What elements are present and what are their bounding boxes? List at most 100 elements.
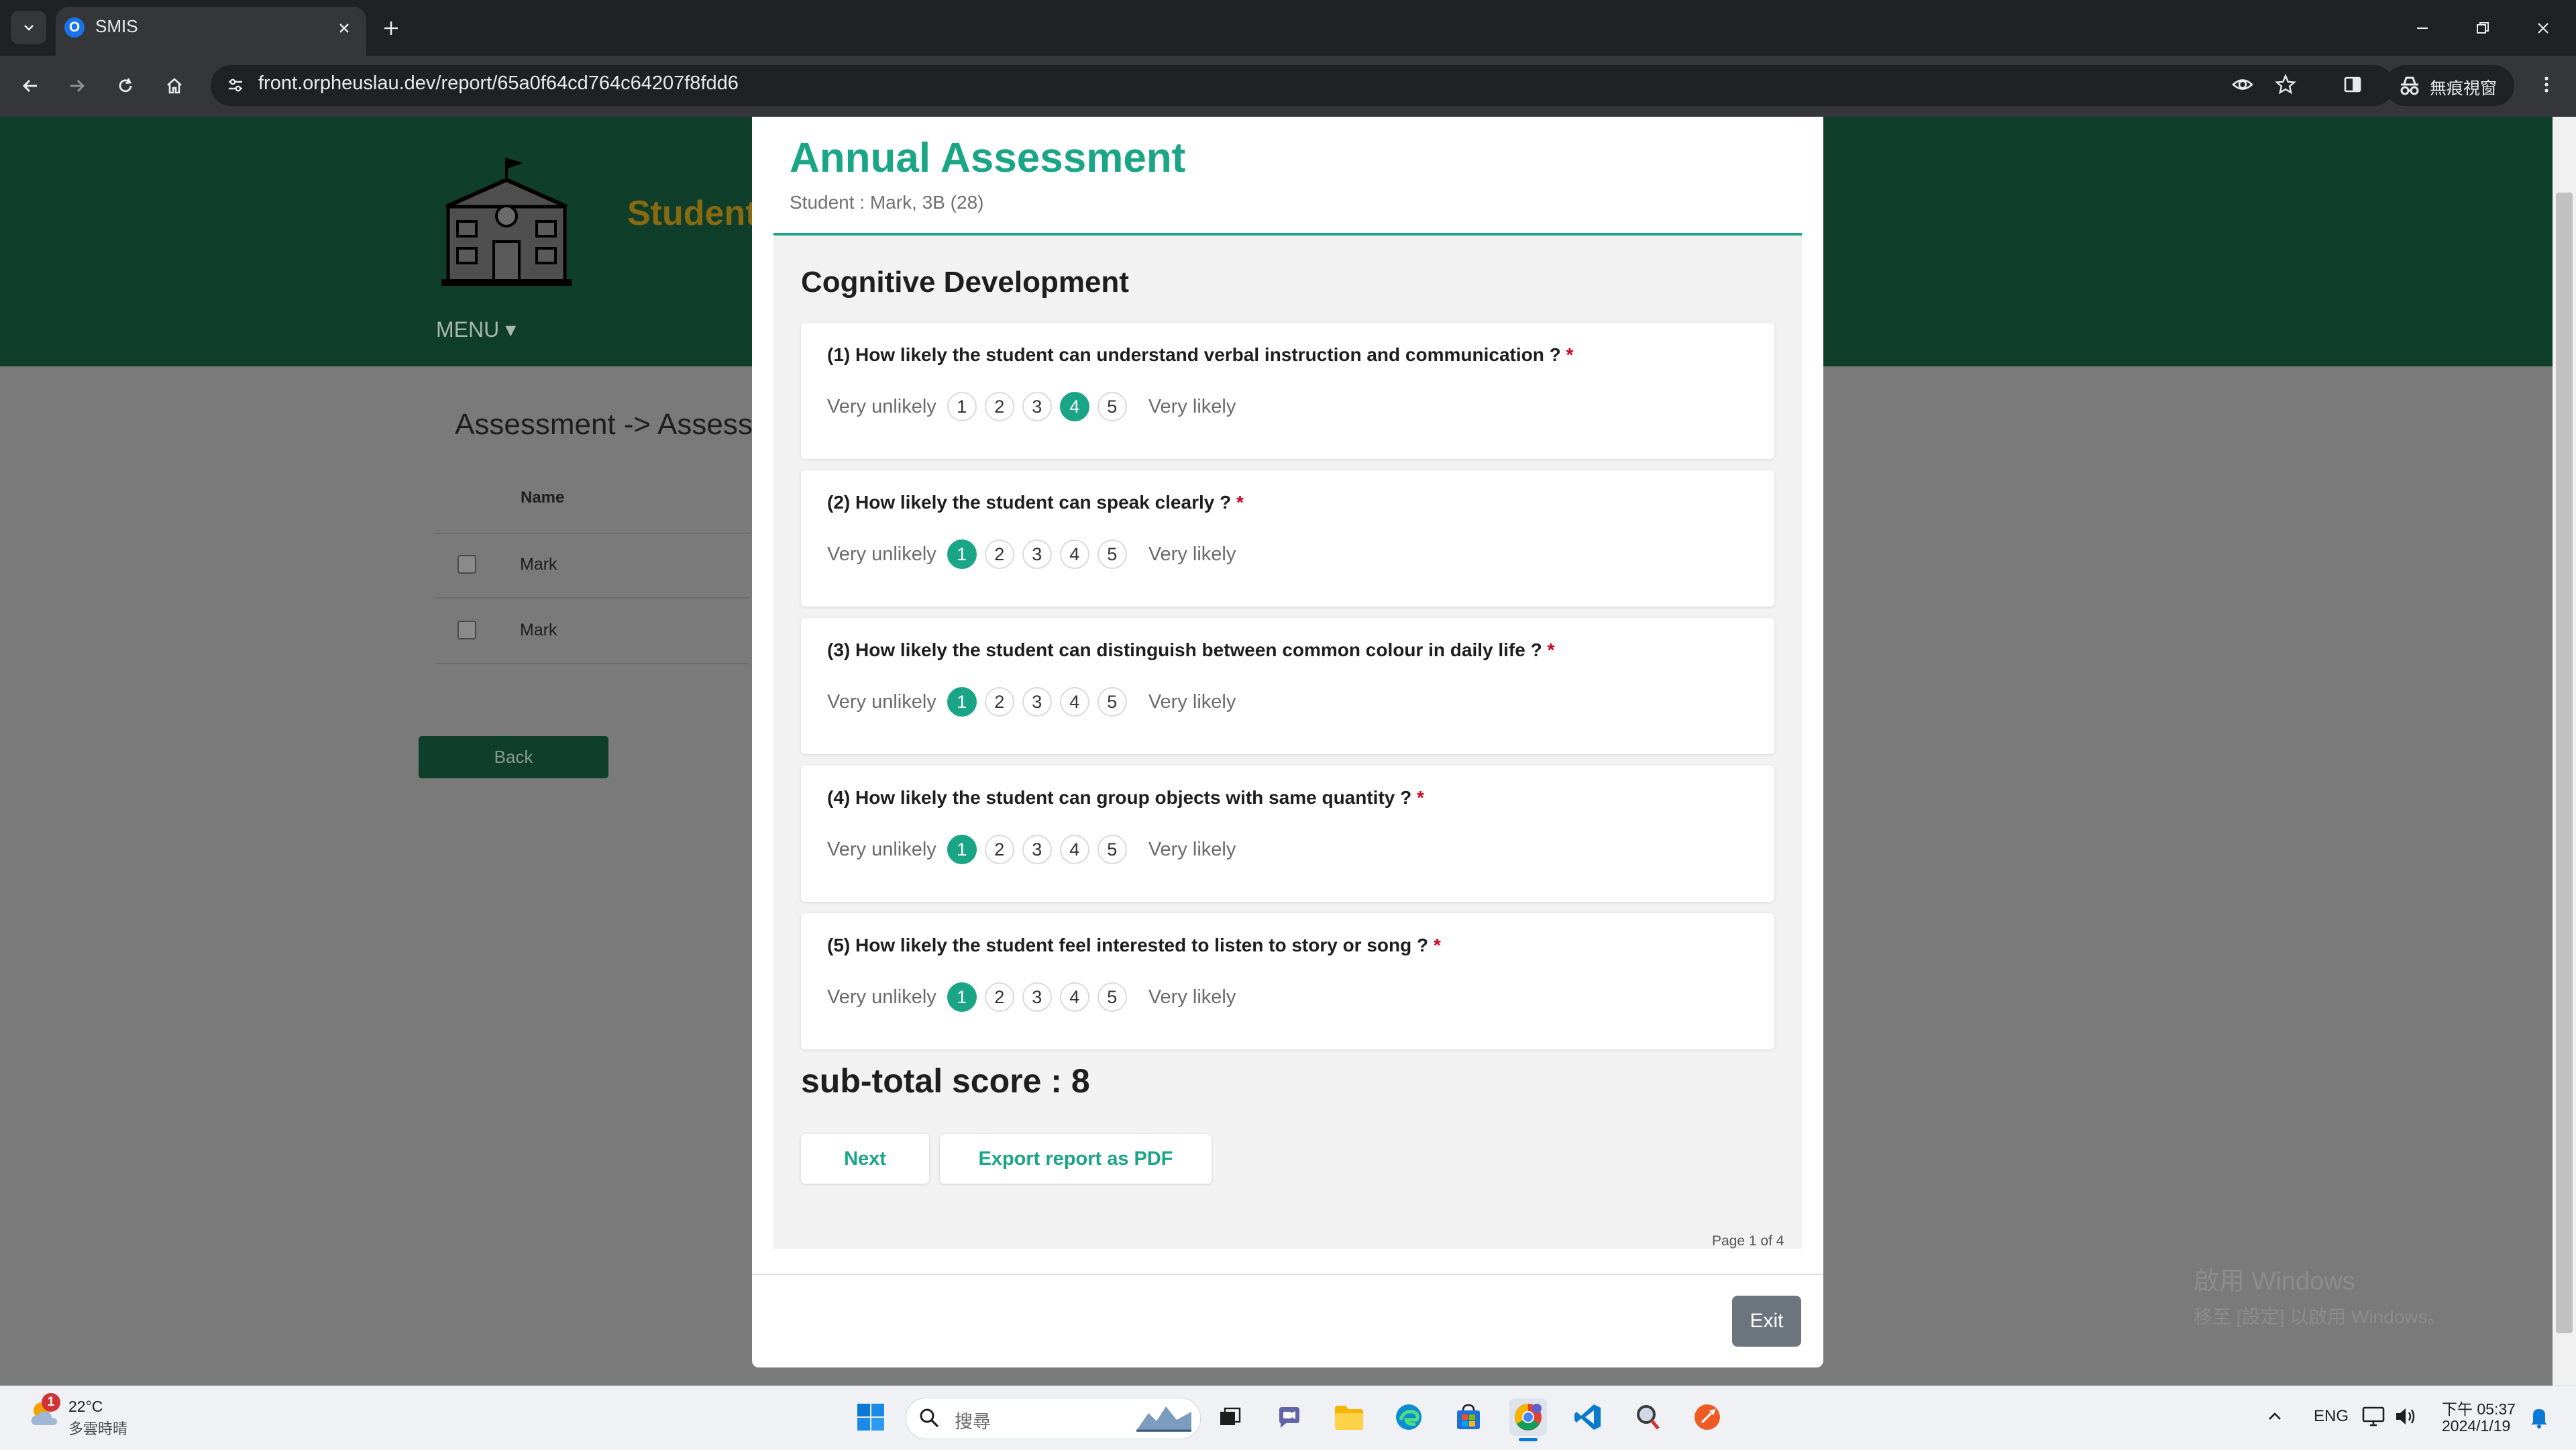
- rating-scale: Very unlikely 1 2 3 4 5 Very likely: [827, 685, 1236, 719]
- postman-button[interactable]: [1688, 1398, 1726, 1436]
- edge-browser-button[interactable]: [1390, 1398, 1428, 1436]
- rating-option-5[interactable]: 5: [1097, 982, 1127, 1012]
- rating-option-2[interactable]: 2: [984, 835, 1014, 864]
- rating-option-2[interactable]: 2: [984, 392, 1014, 421]
- question-label: (2) How likely the student can speak cle…: [827, 492, 1232, 513]
- rating-option-3[interactable]: 3: [1022, 982, 1052, 1012]
- rating-option-5[interactable]: 5: [1097, 835, 1127, 864]
- question-text: (4) How likely the student can group obj…: [827, 787, 1424, 809]
- new-tab-button[interactable]: [378, 15, 405, 42]
- tune-icon: [229, 79, 242, 92]
- store-icon: [1457, 1404, 1480, 1429]
- side-panel-button[interactable]: [2336, 68, 2369, 101]
- snipping-tool-button[interactable]: [1629, 1398, 1666, 1436]
- weather-temperature: 22°C: [68, 1398, 103, 1415]
- question-label: (1) How likely the student can understan…: [827, 344, 1561, 365]
- row-name: Mark: [520, 621, 557, 639]
- chrome-button[interactable]: [1509, 1398, 1547, 1436]
- school-logo-icon: [441, 158, 572, 286]
- next-button[interactable]: Next: [801, 1134, 929, 1184]
- network-icon[interactable]: [2361, 1405, 2387, 1428]
- rating-option-3[interactable]: 3: [1022, 687, 1052, 717]
- start-button[interactable]: [852, 1398, 890, 1436]
- task-view-button[interactable]: [1211, 1398, 1248, 1436]
- windows-logo-icon: [857, 1404, 884, 1431]
- rating-option-1[interactable]: 1: [947, 687, 977, 717]
- rating-option-4[interactable]: 4: [1059, 392, 1089, 421]
- rating-option-1[interactable]: 1: [947, 539, 977, 569]
- scale-low-label: Very unlikely: [827, 395, 936, 417]
- rating-option-4[interactable]: 4: [1059, 835, 1089, 864]
- vscode-button[interactable]: [1569, 1398, 1607, 1436]
- rating-option-4[interactable]: 4: [1059, 982, 1089, 1012]
- browser-menu-button[interactable]: [2530, 68, 2563, 101]
- rating-option-3[interactable]: 3: [1022, 835, 1052, 864]
- scrollbar-thumb[interactable]: [2556, 193, 2573, 1333]
- table-row: [435, 599, 750, 664]
- vscode-icon: [1574, 1404, 1601, 1430]
- row-checkbox[interactable]: [458, 621, 476, 639]
- rating-option-1[interactable]: 1: [947, 392, 977, 421]
- rating-option-5[interactable]: 5: [1097, 539, 1127, 569]
- rating-option-1[interactable]: 1: [947, 835, 977, 864]
- url-text[interactable]: front.orpheuslau.dev/report/65a0f64cd764…: [258, 72, 739, 95]
- teams-chat-button[interactable]: [1271, 1398, 1308, 1436]
- back-nav-button[interactable]: [13, 69, 47, 103]
- forward-nav-button[interactable]: [60, 69, 94, 103]
- export-pdf-button[interactable]: Export report as PDF: [940, 1134, 1212, 1184]
- chevron-up-icon[interactable]: [2265, 1406, 2285, 1427]
- notification-bell-icon[interactable]: [2528, 1405, 2551, 1429]
- home-button[interactable]: [158, 69, 191, 103]
- chevron-down-icon: [23, 25, 34, 31]
- scale-high-label: Very likely: [1148, 543, 1236, 565]
- tab-close-button[interactable]: [333, 17, 356, 40]
- folder-icon: [1335, 1406, 1363, 1430]
- modal-title: Annual Assessment: [790, 135, 1186, 181]
- back-button[interactable]: Back: [419, 736, 608, 778]
- rating-option-3[interactable]: 3: [1022, 392, 1052, 421]
- chat-icon: [1279, 1407, 1299, 1428]
- student-info: Student : Mark, 3B (28): [790, 192, 984, 213]
- microsoft-store-button[interactable]: [1450, 1398, 1487, 1436]
- input-language[interactable]: ENG: [2314, 1407, 2349, 1426]
- scale-low-label: Very unlikely: [827, 986, 936, 1008]
- scale-high-label: Very likely: [1148, 690, 1236, 713]
- close-window-button[interactable]: [2523, 13, 2563, 43]
- tab-title: SMIS: [95, 16, 138, 36]
- scale-high-label: Very likely: [1148, 838, 1236, 860]
- column-header-name: Name: [521, 488, 565, 507]
- rating-scale: Very unlikely 1 2 3 4 5 Very likely: [827, 833, 1236, 866]
- clock-time[interactable]: 下午 05:37: [2442, 1396, 2516, 1419]
- menu-dropdown-toggle[interactable]: MENU ▾: [436, 317, 516, 342]
- rating-option-1[interactable]: 1: [947, 982, 977, 1012]
- side-panel-icon: [2344, 76, 2361, 93]
- rating-option-5[interactable]: 5: [1097, 687, 1127, 717]
- arrow-right-icon: [70, 79, 85, 93]
- site-info-button[interactable]: [221, 71, 250, 99]
- exit-button[interactable]: Exit: [1732, 1296, 1801, 1347]
- file-explorer-button[interactable]: [1330, 1398, 1368, 1436]
- minimize-button[interactable]: [2402, 13, 2443, 43]
- task-view-icon: [1220, 1407, 1241, 1425]
- rating-option-4[interactable]: 4: [1059, 687, 1089, 717]
- required-marker: *: [1433, 935, 1441, 955]
- rating-option-4[interactable]: 4: [1059, 539, 1089, 569]
- tab-search-button[interactable]: [11, 11, 46, 44]
- volume-icon[interactable]: [2394, 1405, 2418, 1428]
- rating-option-3[interactable]: 3: [1022, 539, 1052, 569]
- rating-option-2[interactable]: 2: [984, 539, 1014, 569]
- rating-option-2[interactable]: 2: [984, 982, 1014, 1012]
- modal-footer-divider: [752, 1274, 1823, 1275]
- bookmark-star-button[interactable]: [2269, 68, 2302, 101]
- restore-button[interactable]: [2463, 13, 2503, 43]
- rating-option-2[interactable]: 2: [984, 687, 1014, 717]
- reload-button[interactable]: [109, 69, 142, 103]
- question-card: (4) How likely the student can group obj…: [801, 766, 1774, 902]
- close-icon: [2538, 23, 2548, 34]
- tracking-eye-button[interactable]: [2226, 68, 2259, 101]
- rating-option-5[interactable]: 5: [1097, 392, 1127, 421]
- table-header: [435, 476, 750, 534]
- clock-date[interactable]: 2024/1/19: [2442, 1417, 2510, 1435]
- question-label: (5) How likely the student feel interest…: [827, 935, 1429, 955]
- row-checkbox[interactable]: [458, 555, 476, 574]
